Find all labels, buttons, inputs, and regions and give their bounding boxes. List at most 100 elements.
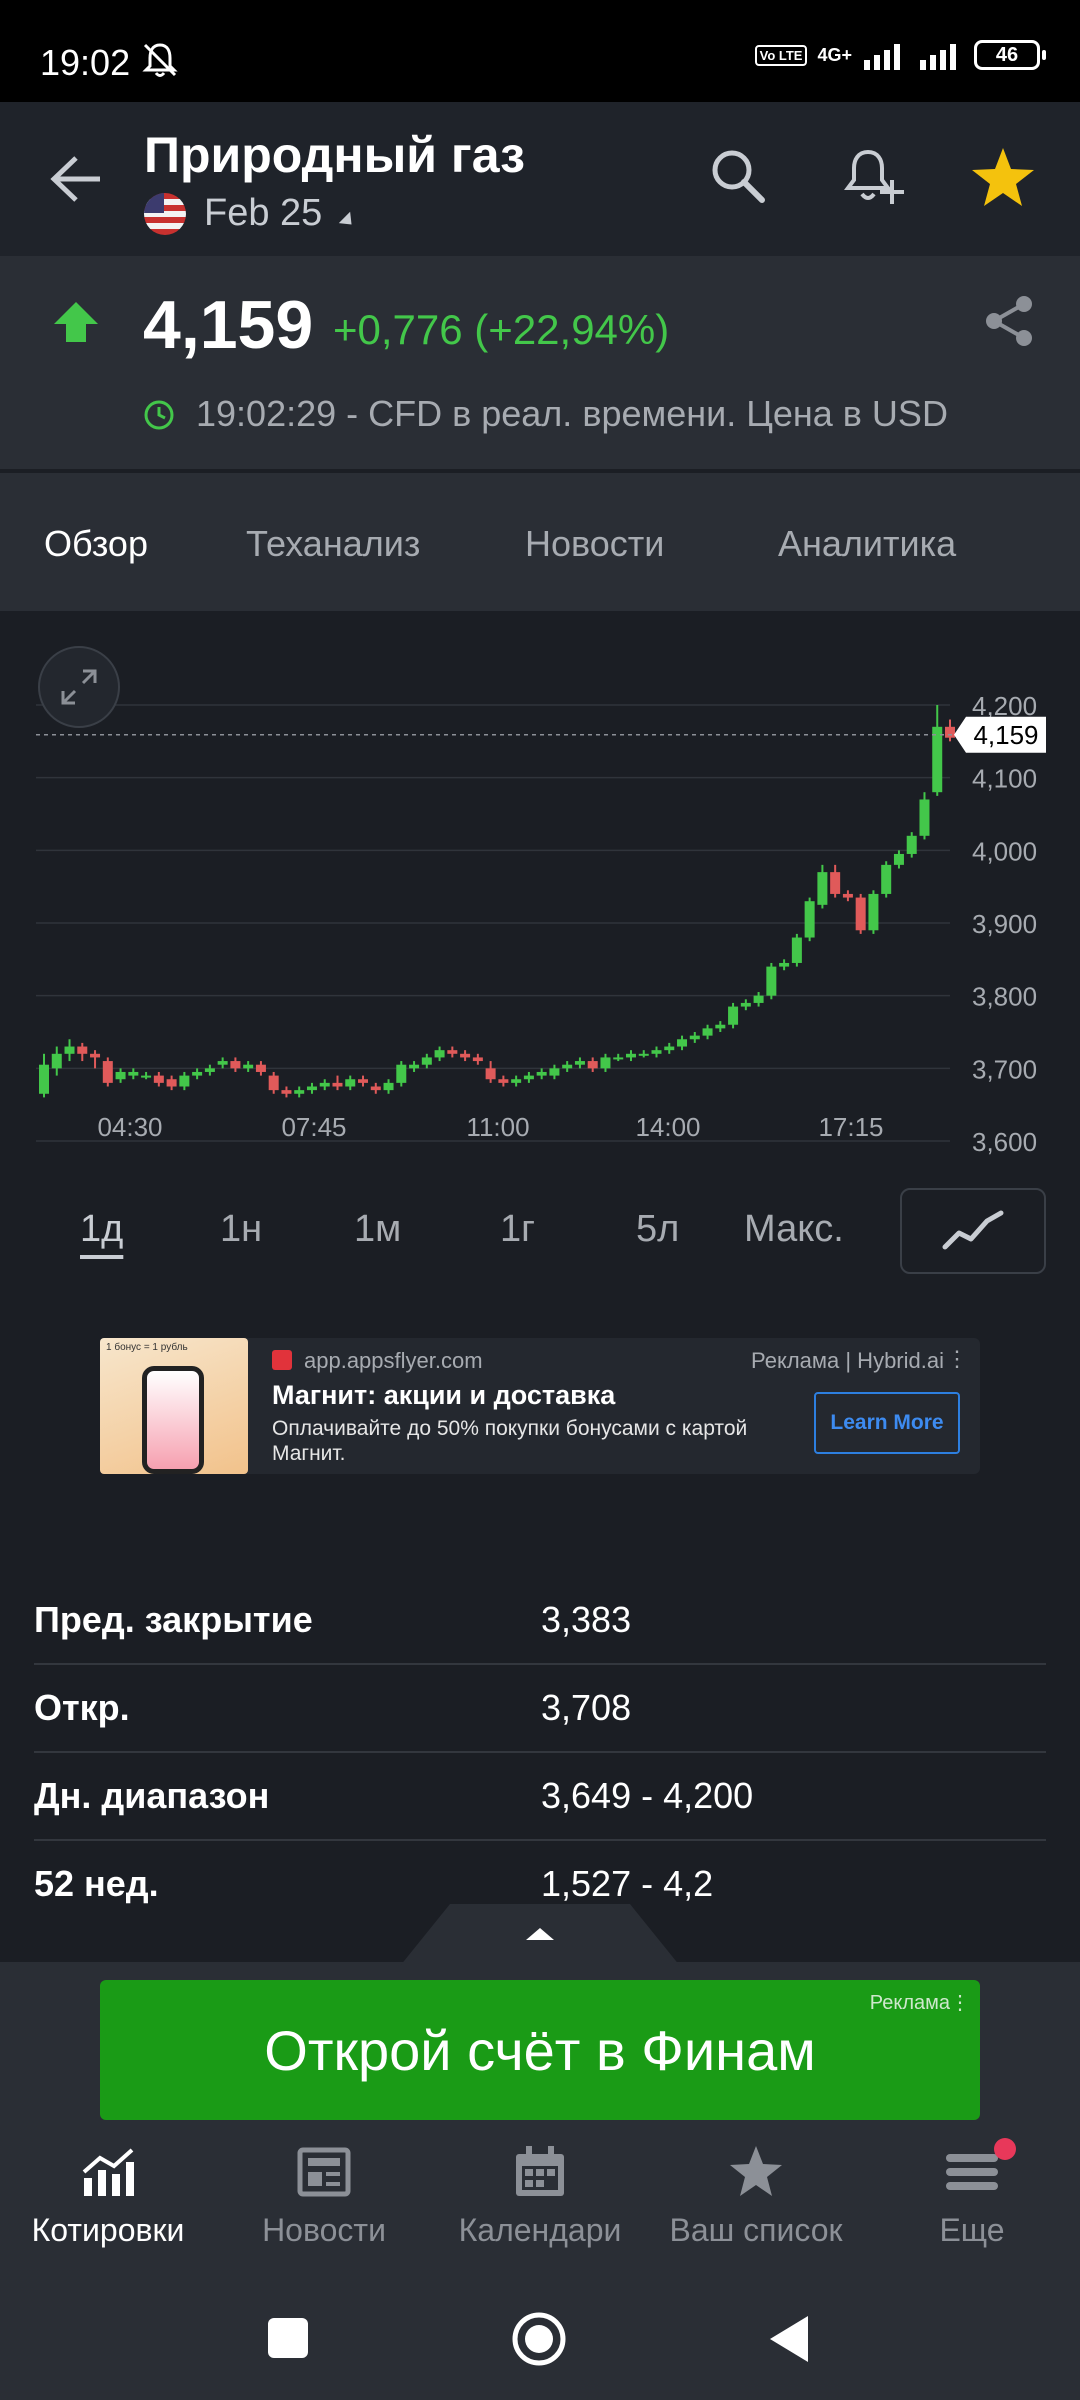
star-favorite-icon[interactable] [970, 146, 1036, 208]
candle-body [842, 893, 853, 898]
tab-news[interactable]: Новости [525, 523, 664, 565]
candle-body [625, 1053, 636, 1058]
candle-body [485, 1068, 496, 1080]
candle-body [498, 1079, 509, 1083]
range-1y[interactable]: 1г [500, 1208, 535, 1251]
candle-body [906, 835, 917, 854]
candle-body [192, 1071, 203, 1076]
range-5y[interactable]: 5л [636, 1208, 679, 1251]
range-1d[interactable]: 1д [80, 1208, 123, 1251]
candle-body [651, 1050, 662, 1054]
contract-selector[interactable]: Feb 25 [144, 192, 358, 235]
candle-body [39, 1064, 49, 1094]
line-chart-icon [942, 1210, 1004, 1250]
banner-ad-button[interactable]: Открой счёт в Финам [100, 1980, 980, 2120]
expand-icon [61, 669, 97, 705]
tab-overview[interactable]: Обзор [44, 523, 148, 565]
ad-cta-button[interactable]: Learn More [814, 1392, 960, 1454]
candle-body [791, 937, 802, 963]
candle-body [562, 1064, 573, 1069]
candle-body [306, 1086, 317, 1091]
candle-body [345, 1079, 356, 1087]
search-icon[interactable] [708, 146, 768, 206]
x-tick-label: 17:15 [818, 1112, 883, 1142]
candle-body [332, 1082, 343, 1087]
system-indicators: Vo LTE 4G+ 46 [754, 40, 1046, 70]
native-ad[interactable]: 1 бонус = 1 рубль app.appsflyer.com Рекл… [100, 1338, 980, 1474]
y-tick-label: 4,200 [972, 691, 1037, 721]
y-tick-label: 4,000 [972, 836, 1037, 866]
y-tick-label: 3,900 [972, 909, 1037, 939]
candle-body [677, 1039, 688, 1047]
nav-quotes[interactable]: Котировки [0, 2128, 216, 2280]
candle-body [370, 1086, 381, 1091]
candle-body [753, 995, 764, 1003]
candle-body [932, 726, 943, 793]
dropdown-caret-icon [339, 211, 358, 230]
range-1m[interactable]: 1м [354, 1208, 401, 1251]
range-max[interactable]: Макс. [744, 1208, 844, 1251]
nav-watchlist[interactable]: Ваш список [648, 2128, 864, 2280]
stat-label: Откр. [34, 1687, 130, 1728]
nav-calendars[interactable]: Календари [432, 2128, 648, 2280]
candle-body [919, 799, 930, 836]
newspaper-icon [297, 2147, 351, 2197]
candle-body [294, 1090, 305, 1094]
y-tick-label: 3,600 [972, 1127, 1037, 1157]
ad-source: app.appsflyer.com [304, 1348, 483, 1373]
status-time: 19:02 [40, 42, 131, 83]
candle-body [817, 872, 828, 905]
stat-value: 3,708 [541, 1687, 632, 1728]
nav-more[interactable]: Еще [864, 2128, 1080, 2280]
ad-more-icon[interactable]: ⋮ [946, 1346, 968, 1372]
tab-analytics[interactable]: Аналитика [778, 523, 956, 565]
page-title: Природный газ [144, 127, 526, 183]
candle-body [383, 1082, 394, 1091]
candle-body [587, 1061, 598, 1069]
share-icon[interactable] [984, 294, 1036, 348]
candle-body [128, 1071, 139, 1076]
candle-body [51, 1053, 62, 1069]
chart-type-button[interactable] [900, 1188, 1046, 1274]
system-navigation [0, 2280, 1080, 2400]
current-price-label: 4,159 [973, 720, 1038, 750]
back-arrow-icon[interactable] [48, 150, 106, 208]
candle-body [855, 897, 866, 931]
recents-square-icon[interactable] [268, 2318, 308, 2358]
candle-body [409, 1064, 420, 1069]
candle-body [166, 1079, 177, 1087]
expand-ad-handle[interactable] [400, 1904, 680, 1966]
range-1w[interactable]: 1н [220, 1208, 262, 1251]
candle-body [460, 1053, 471, 1058]
candle-body [523, 1075, 534, 1080]
expand-chart-button[interactable] [38, 646, 120, 728]
tab-technical[interactable]: Теханализ [246, 523, 420, 565]
bottom-navigation: Котировки Новости Календари Ваш список Е… [0, 2128, 1080, 2280]
home-circle-icon[interactable] [510, 2310, 568, 2368]
candle-body [702, 1028, 713, 1036]
stat-row: Откр. 3,708 [34, 1665, 1046, 1753]
add-alert-icon[interactable] [842, 146, 906, 208]
candle-body [319, 1082, 330, 1087]
candle-body [664, 1046, 675, 1051]
realtime-note: 19:02:29 - CFD в реал. времени. Цена в U… [196, 393, 948, 434]
stat-value: 3,383 [541, 1599, 632, 1640]
nav-label: Календари [458, 2212, 622, 2248]
battery-icon: 46 [974, 40, 1046, 70]
banner-more-icon[interactable]: ⋮ [950, 1990, 970, 2015]
back-triangle-icon[interactable] [768, 2316, 810, 2362]
candle-body [472, 1057, 483, 1062]
candle-body [574, 1061, 585, 1065]
candle-body [396, 1064, 407, 1083]
section-tabs: Обзор Теханализ Новости Аналитика [0, 473, 1080, 615]
candle-body [715, 1024, 726, 1029]
candle-body [868, 893, 879, 931]
candle-body [153, 1075, 164, 1083]
candle-body [945, 726, 955, 738]
candle-body [90, 1053, 101, 1058]
nav-news[interactable]: Новости [216, 2128, 432, 2280]
stat-label: 52 нед. [34, 1863, 159, 1904]
banner-ad-label: Реклама [869, 1992, 950, 2014]
candlestick-chart[interactable]: 4,200 4,100 4,000 3,900 3,800 3,700 3,600 04:30… [0, 611, 1080, 1171]
ad-description: Оплачивайте до 50% покупки бонусами с ка… [272, 1417, 748, 1465]
